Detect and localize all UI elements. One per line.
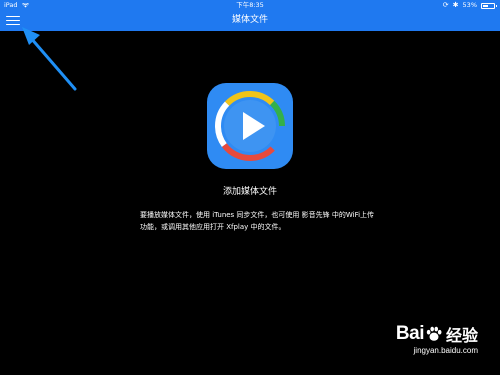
rotation-lock-icon: ⟳ <box>442 1 449 9</box>
paw-icon <box>426 326 442 341</box>
battery-fill <box>483 4 489 7</box>
status-bar: iPad 下午8:35 ⟳ ✱ 53% <box>0 0 500 11</box>
watermark-url: jingyan.baidu.com <box>413 346 478 355</box>
status-time: 下午8:35 <box>236 1 264 9</box>
bluetooth-icon: ✱ <box>452 1 459 9</box>
baidu-jingyan-watermark: Bai 经验 jingyan.baidu.com <box>396 322 478 355</box>
battery-percent: 53% <box>462 1 477 9</box>
top-bar: iPad 下午8:35 ⟳ ✱ 53% 媒体文件 <box>0 0 500 31</box>
page-title: 媒体文件 <box>231 15 268 25</box>
battery-icon <box>481 2 497 9</box>
xfplay-play-icon <box>215 91 285 161</box>
empty-state-title: 添加媒体文件 <box>222 187 277 197</box>
status-right: ⟳ ✱ 53% <box>442 0 497 11</box>
navigation-bar: 媒体文件 <box>0 11 500 31</box>
watermark-logo: Bai 经验 <box>396 322 478 346</box>
empty-state-description: 要播放媒体文件，使用 iTunes 同步文件，也可使用 影音先锋 中的WiFi上… <box>140 211 375 231</box>
screen: iPad 下午8:35 ⟳ ✱ 53% 媒体文件 添加媒体文件 要播放媒体文件，… <box>0 0 500 375</box>
watermark-text-jingyan: 经验 <box>445 326 478 345</box>
watermark-text-bai: Bai <box>395 323 425 344</box>
xfplay-app-icon <box>207 83 293 169</box>
